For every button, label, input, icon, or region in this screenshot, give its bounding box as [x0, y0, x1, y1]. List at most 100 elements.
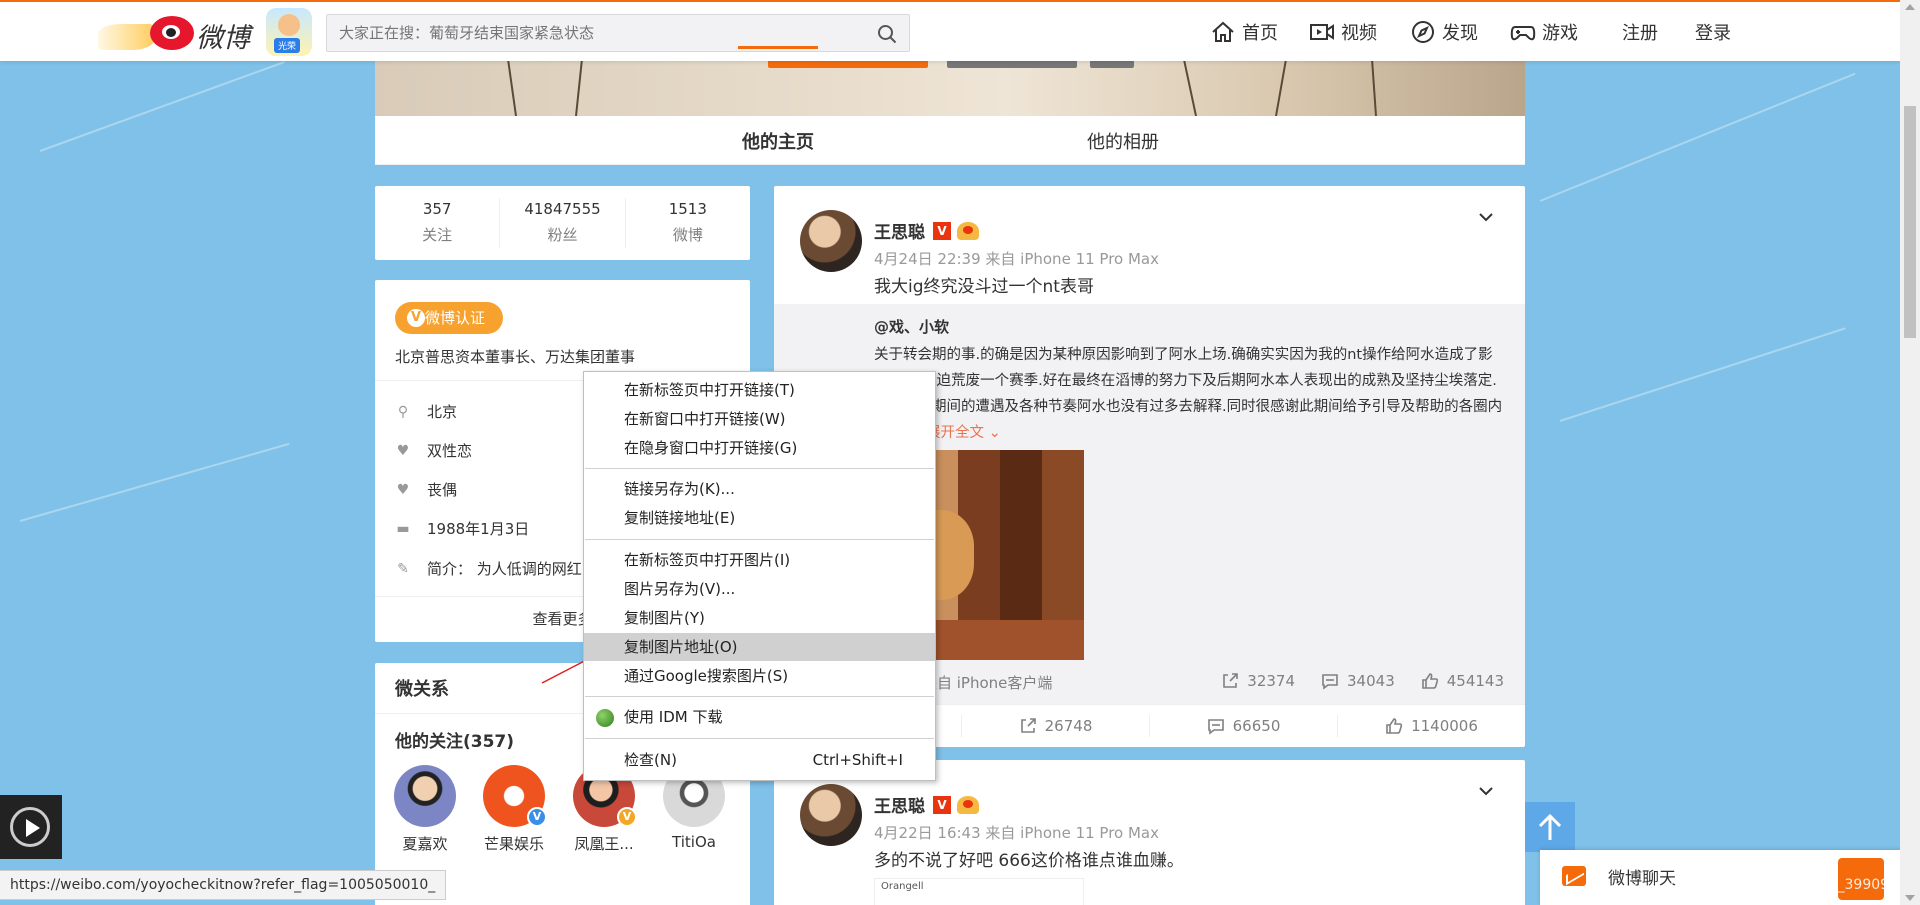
stat-posts[interactable]: 1513 微博 [626, 198, 750, 248]
post-meta[interactable]: 4月22日 16:43 来自 iPhone 11 Pro Max [874, 822, 1159, 843]
stat-followers[interactable]: 41847555 粉丝 [500, 198, 626, 248]
chevron-down-icon[interactable] [1477, 208, 1495, 226]
login-label: 登录 [1695, 23, 1731, 44]
gamepad-icon [1510, 26, 1536, 41]
author-avatar[interactable] [800, 784, 862, 846]
search-icon[interactable] [877, 24, 897, 44]
post-image-thumbnail[interactable]: Orangell [874, 878, 1084, 905]
mascot-tag: 光荣 [274, 38, 301, 53]
menu-separator [585, 539, 934, 540]
repost-comment-button[interactable]: 34043 [1321, 672, 1395, 690]
stat-label: 微博 [672, 226, 703, 244]
repost-like-count: 454143 [1446, 672, 1504, 690]
menu-item-label: 复制图片地址(O) [624, 638, 738, 656]
background-streak [39, 61, 285, 152]
compass-icon [1412, 21, 1434, 43]
comment-icon [1322, 674, 1338, 690]
menu-item-save-image-as[interactable]: 图片另存为(V)... [584, 575, 935, 603]
menu-item-label: 在新标签页中打开图片(I) [624, 551, 791, 569]
avatar [394, 765, 456, 827]
post-author[interactable]: 王思聪 V [874, 792, 979, 817]
edit-icon: ✎ [397, 560, 409, 577]
verified-v-icon: V [407, 309, 425, 327]
nav-games[interactable]: 游戏 [1510, 16, 1578, 48]
post-meta[interactable]: 4月24日 22:39 来自 iPhone 11 Pro Max [874, 248, 1159, 269]
mail-icon [1562, 866, 1586, 886]
menu-item-idm-download[interactable]: 使用 IDM 下载 [584, 703, 935, 731]
stat-following[interactable]: 357 关注 [375, 198, 501, 248]
menu-item-open-link-new-tab[interactable]: 在新标签页中打开链接(T) [584, 376, 935, 404]
menu-item-label: 通过Google搜索图片(S) [624, 667, 789, 685]
menu-item-label: 复制图片(Y) [624, 609, 705, 627]
nav-home[interactable]: 首页 [1210, 16, 1278, 48]
repost-like-button[interactable]: 454143 [1421, 672, 1504, 690]
register-label: 注册 [1622, 23, 1658, 44]
expand-link[interactable]: 展开全文 ⌄ [926, 425, 1001, 441]
following-title[interactable]: 他的关注(357) [395, 727, 514, 752]
nav-video[interactable]: 视频 [1309, 16, 1377, 48]
menu-separator [585, 468, 934, 469]
like-count: 1140006 [1411, 717, 1478, 735]
background-streak [1559, 327, 1846, 422]
menu-item-save-link-as[interactable]: 链接另存为(K)... [584, 475, 935, 503]
follow-item[interactable]: 夏嘉欢 [392, 765, 458, 854]
forward-count: 26748 [1044, 717, 1093, 735]
location-icon: ⚲ [397, 403, 409, 420]
context-menu: 在新标签页中打开链接(T) 在新窗口中打开链接(W) 在隐身窗口中打开链接(G)… [583, 371, 936, 781]
author-avatar[interactable] [800, 210, 862, 272]
menu-item-search-image-google[interactable]: 通过Google搜索图片(S) [584, 662, 935, 690]
nav-home-label: 首页 [1242, 23, 1278, 44]
menu-item-label: 检查(N) [624, 751, 677, 769]
register-link[interactable]: 注册 [1622, 16, 1658, 48]
menu-item-inspect[interactable]: 检查(N) Ctrl+Shift+I [584, 746, 935, 774]
scroll-down-arrow-icon[interactable] [1905, 895, 1915, 901]
verified-v-icon: V [933, 221, 951, 240]
menu-separator [585, 696, 934, 697]
menu-item-copy-image-address[interactable]: 复制图片地址(O) [584, 633, 935, 661]
stat-value: 41847555 [524, 200, 601, 218]
repost-actions: 32374 34043 454143 [1221, 672, 1504, 690]
post-text: 我大ig终究没斗过一个nt表哥 [874, 277, 1094, 297]
repost-forward-button[interactable]: 32374 [1221, 672, 1295, 690]
watermark-text: https://blog.csdn.net/qq_39909617 [1670, 877, 1916, 893]
back-to-top-button[interactable] [1525, 802, 1575, 852]
forward-button[interactable]: 26748 [962, 715, 1150, 737]
menu-item-copy-link-address[interactable]: 复制链接地址(E) [584, 504, 935, 532]
relations-title: 微关系 [395, 679, 449, 700]
comment-icon [1207, 719, 1224, 735]
post-author[interactable]: 王思聪 V [874, 218, 979, 243]
nav-discover[interactable]: 发现 [1410, 16, 1478, 48]
heart-icon: ♥ [396, 442, 410, 459]
chevron-down-icon[interactable] [1477, 782, 1495, 800]
login-link[interactable]: 登录 [1695, 16, 1731, 48]
tab-album[interactable]: 他的相册 [1087, 128, 1159, 154]
feed-post: 王思聪 V 4月22日 16:43 来自 iPhone 11 Pro Max 多的… [774, 760, 1525, 905]
scroll-up-arrow-icon[interactable] [1905, 4, 1915, 10]
menu-item-open-link-incognito[interactable]: 在隐身窗口中打开链接(G) [584, 434, 935, 462]
nav-games-label: 游戏 [1542, 23, 1578, 44]
stat-value: 357 [422, 200, 452, 218]
floating-video-player[interactable] [0, 795, 62, 859]
info-row-orientation: ♥ 双性恋 [395, 440, 472, 461]
info-row-text: 北京 [427, 403, 458, 421]
verified-badge[interactable]: V 微博认证 [395, 302, 503, 334]
comment-button[interactable]: 66650 [1150, 715, 1338, 737]
weibo-logo[interactable]: 微博 光荣 [98, 6, 318, 60]
post-text: 多的不说了好吧 666这价格谁点谁血赚。 [874, 851, 1184, 871]
menu-item-label: 在新标签页中打开链接(T) [624, 381, 795, 399]
tab-home[interactable]: 他的主页 [742, 128, 814, 154]
follow-name: TitiOa [672, 833, 716, 851]
logo-wing-decoration [98, 24, 154, 50]
menu-item-copy-image[interactable]: 复制图片(Y) [584, 604, 935, 632]
verified-v-icon: V [527, 807, 547, 827]
menu-item-label: 复制链接地址(E) [624, 509, 736, 527]
background-streak [1539, 72, 1856, 202]
menu-item-open-link-new-window[interactable]: 在新窗口中打开链接(W) [584, 405, 935, 433]
menu-item-open-image-new-tab[interactable]: 在新标签页中打开图片(I) [584, 546, 935, 574]
repost-author[interactable]: @戏、小软 [874, 316, 949, 337]
vertical-scrollbar[interactable] [1900, 0, 1920, 905]
follow-item[interactable]: V 芒果娱乐 [481, 765, 547, 854]
nav-video-label: 视频 [1341, 23, 1377, 44]
scrollbar-thumb[interactable] [1904, 106, 1916, 338]
like-button[interactable]: 1140006 [1338, 715, 1525, 737]
